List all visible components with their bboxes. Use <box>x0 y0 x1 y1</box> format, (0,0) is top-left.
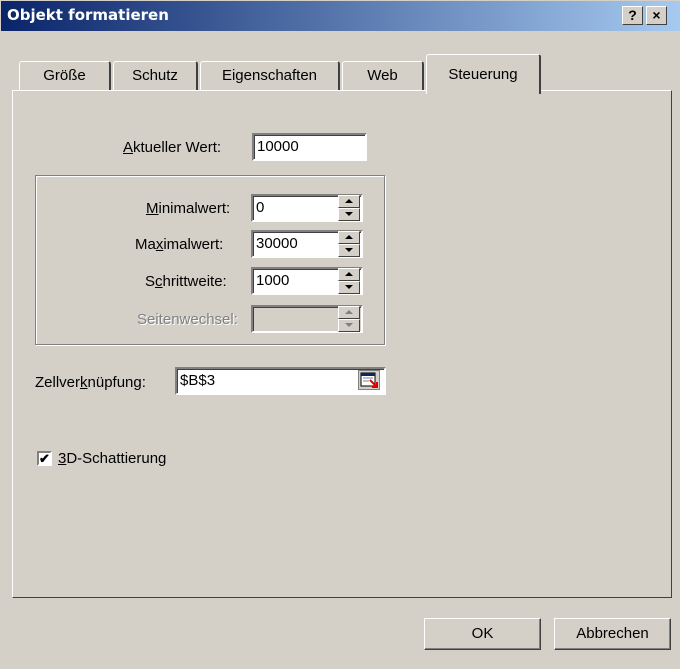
spin-down-button[interactable] <box>338 281 360 294</box>
min-value-label: Minimalwert: <box>146 200 231 217</box>
arrow-up-icon <box>345 272 353 276</box>
tab-steuerung[interactable]: Steuerung <box>426 54 541 94</box>
step-label: Schrittweite: <box>145 273 227 290</box>
spin-up-button[interactable] <box>338 268 360 281</box>
tab-groesse[interactable]: Größe <box>19 61 111 91</box>
3d-shading-label: 3D-Schattierung <box>58 450 167 467</box>
arrow-down-icon <box>345 285 353 289</box>
tab-schutz[interactable]: Schutz <box>113 61 198 91</box>
tab-eigenschaften[interactable]: Eigenschaften <box>200 61 340 91</box>
spin-up-button[interactable] <box>338 195 360 208</box>
cell-link-input[interactable]: $B$3 <box>175 367 386 395</box>
current-value-label: Aktueller Wert: <box>123 139 222 156</box>
min-value-spinner[interactable] <box>338 195 360 221</box>
cell-link-label: Zellverknüpfung: <box>35 374 146 391</box>
close-button[interactable]: × <box>646 6 667 25</box>
step-spinner[interactable] <box>338 268 360 294</box>
arrow-down-icon <box>345 323 353 327</box>
arrow-up-icon <box>345 235 353 239</box>
page-change-label: Seitenwechsel: <box>137 311 238 328</box>
arrow-down-icon <box>345 212 353 216</box>
arrow-down-icon <box>345 248 353 252</box>
3d-shading-checkbox[interactable]: ✔ <box>37 451 52 466</box>
title-bar: Objekt formatieren ? × <box>1 1 680 31</box>
max-value-label: Maximalwert: <box>135 236 224 253</box>
window-title: Objekt formatieren <box>7 6 169 24</box>
max-value-spinner[interactable] <box>338 231 360 257</box>
tab-web[interactable]: Web <box>342 61 424 91</box>
help-button[interactable]: ? <box>622 6 643 25</box>
cancel-button[interactable]: Abbrechen <box>554 618 671 650</box>
collapse-dialog-icon[interactable] <box>358 370 380 390</box>
spin-down-button[interactable] <box>338 244 360 257</box>
spin-up-button <box>338 306 360 319</box>
arrow-up-icon <box>345 310 353 314</box>
current-value-input[interactable]: 10000 <box>252 133 367 161</box>
arrow-up-icon <box>345 199 353 203</box>
spin-down-button <box>338 319 360 332</box>
ok-button[interactable]: OK <box>424 618 541 650</box>
page-change-spinner <box>338 306 360 332</box>
spin-down-button[interactable] <box>338 208 360 221</box>
format-object-dialog: Objekt formatieren ? × Größe Schutz Eige… <box>0 0 680 669</box>
spin-up-button[interactable] <box>338 231 360 244</box>
